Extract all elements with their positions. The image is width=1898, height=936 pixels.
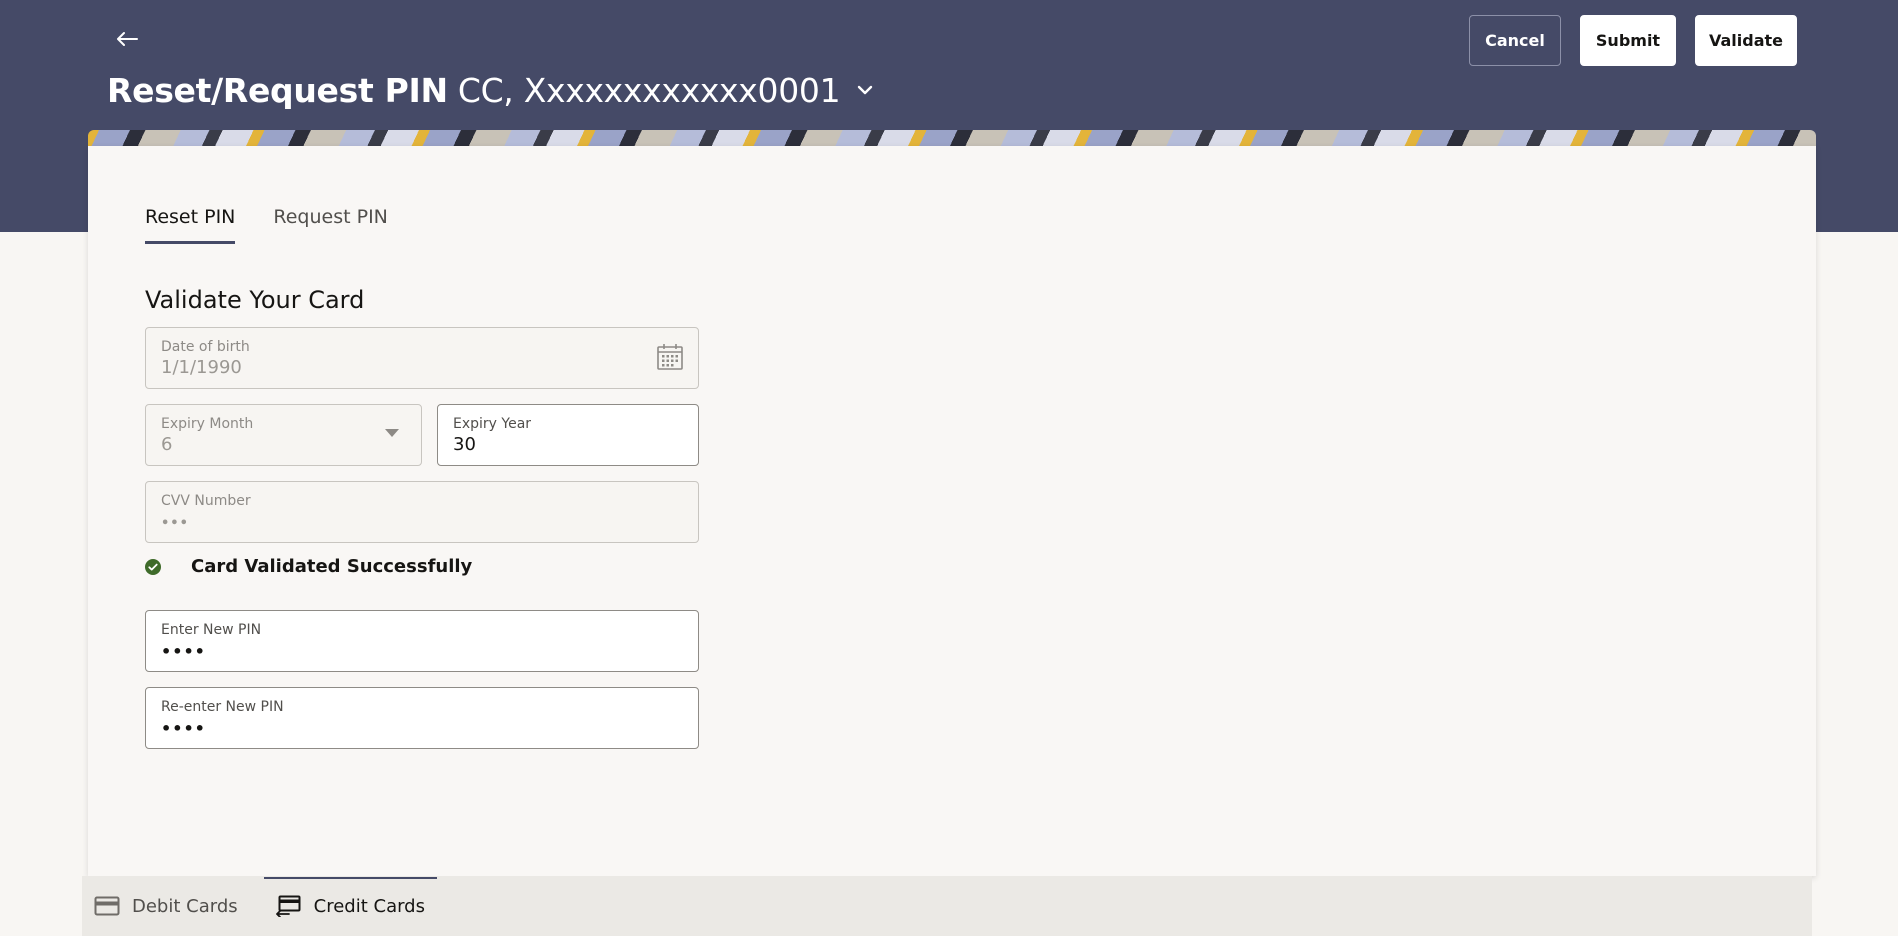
cvv-value: •••: [161, 516, 189, 531]
arrow-left-icon: [117, 32, 138, 46]
date-of-birth-field[interactable]: Date of birth 1/1/1990: [145, 327, 699, 389]
validation-status: Card Validated Successfully: [145, 556, 472, 577]
debit-card-icon: [94, 896, 120, 916]
header-actions: Cancel Submit Validate: [1469, 15, 1797, 66]
tab-credit-cards[interactable]: Credit Cards: [263, 876, 438, 936]
chevron-down-icon[interactable]: [854, 79, 876, 101]
page-title: Reset/Request PIN CC, Xxxxxxxxxxxx0001: [107, 66, 876, 114]
card-banner-image: [88, 130, 1816, 146]
caret-down-icon: [385, 429, 399, 437]
new-pin-label: Enter New PIN: [161, 622, 262, 638]
tab-debit-cards[interactable]: Debit Cards: [82, 876, 250, 936]
new-pin-value[interactable]: ••••: [161, 642, 206, 661]
check-circle-icon: [145, 558, 161, 575]
reenter-pin-value[interactable]: ••••: [161, 719, 206, 738]
account-selector-label[interactable]: CC, Xxxxxxxxxxxx0001: [458, 71, 841, 110]
main-card: Reset PIN Request PIN Validate Your Card…: [88, 146, 1816, 876]
section-title: Validate Your Card: [145, 286, 365, 314]
tab-credit-cards-label: Credit Cards: [313, 895, 425, 917]
credit-card-icon: [275, 895, 301, 917]
calendar-icon[interactable]: [656, 343, 684, 371]
date-of-birth-label: Date of birth: [161, 339, 250, 355]
submit-button[interactable]: Submit: [1580, 15, 1676, 66]
tab-request-pin[interactable]: Request PIN: [273, 206, 388, 244]
expiry-month-value: 6: [161, 434, 173, 455]
pin-tabs: Reset PIN Request PIN: [145, 206, 388, 244]
new-pin-field[interactable]: Enter New PIN ••••: [145, 610, 699, 672]
expiry-year-value[interactable]: 30: [453, 434, 476, 455]
card-type-tabs: Debit Cards Credit Cards: [82, 876, 1812, 936]
back-button[interactable]: [112, 24, 142, 54]
date-of-birth-value: 1/1/1990: [161, 357, 242, 378]
validation-message: Card Validated Successfully: [191, 556, 473, 577]
page-title-main: Reset/Request PIN: [107, 70, 448, 110]
expiry-year-field[interactable]: Expiry Year 30: [437, 404, 699, 466]
reenter-pin-field[interactable]: Re-enter New PIN ••••: [145, 687, 699, 749]
validate-button[interactable]: Validate: [1695, 15, 1797, 66]
cvv-field[interactable]: CVV Number •••: [145, 481, 699, 543]
reenter-pin-label: Re-enter New PIN: [161, 699, 284, 715]
tab-reset-pin[interactable]: Reset PIN: [145, 206, 236, 244]
tab-debit-cards-label: Debit Cards: [132, 895, 238, 917]
expiry-month-label: Expiry Month: [161, 416, 254, 432]
expiry-year-label: Expiry Year: [453, 416, 532, 432]
cvv-label: CVV Number: [161, 493, 251, 509]
cancel-button[interactable]: Cancel: [1469, 15, 1561, 66]
expiry-month-select[interactable]: Expiry Month 6: [145, 404, 422, 466]
